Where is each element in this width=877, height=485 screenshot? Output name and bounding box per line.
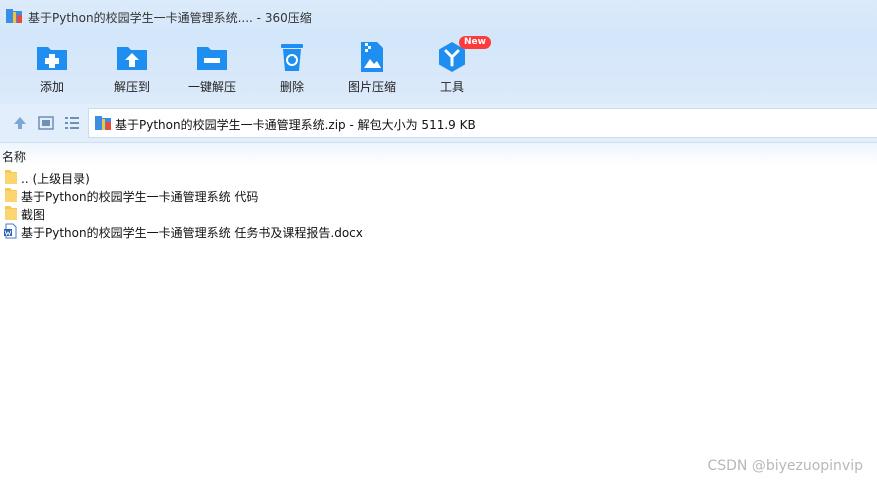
add-label: 添加 — [39, 80, 64, 94]
add-button[interactable]: 添加 — [14, 40, 90, 95]
list-item-parent-directory[interactable]: .. (上级目录) — [0, 168, 877, 186]
file-list: .. (上级目录) 基于Python的校园学生一卡通管理系统 代码 截图 基于P… — [0, 168, 877, 240]
archive-app-icon — [6, 9, 22, 23]
path-field[interactable]: 基于Python的校园学生一卡通管理系统.zip - 解包大小为 511.9 K… — [88, 108, 877, 138]
one-click-extract-label: 一键解压 — [187, 80, 236, 94]
list-item-screenshots-folder[interactable]: 截图 — [0, 204, 877, 222]
delete-label: 删除 — [279, 80, 304, 94]
image-compress-icon — [361, 42, 383, 72]
extract-to-label: 解压到 — [113, 80, 150, 94]
watermark: CSDN @biyezuopinvip — [707, 458, 863, 474]
new-badge: New — [459, 36, 491, 49]
folder-icon — [5, 206, 17, 220]
name-column-header[interactable]: 名称 — [2, 148, 26, 165]
toolbar: 添加 解压到 一键解压 删除 图片压缩 New 工具 — [0, 34, 877, 104]
tools-button[interactable]: New 工具 — [414, 36, 491, 95]
word-document-icon — [4, 223, 17, 239]
up-level-icon[interactable] — [11, 114, 29, 132]
address-bar: 基于Python的校园学生一卡通管理系统.zip - 解包大小为 511.9 K… — [0, 104, 877, 143]
list-item-report-docx[interactable]: 基于Python的校园学生一卡通管理系统 任务书及课程报告.docx — [0, 222, 877, 240]
one-click-extract-icon — [197, 47, 227, 70]
one-click-extract-button[interactable]: 一键解压 — [174, 40, 250, 95]
thumbnail-view-icon[interactable] — [37, 114, 55, 132]
delete-button[interactable]: 删除 — [254, 40, 330, 95]
archive-path: 基于Python的校园学生一卡通管理系统.zip - 解包大小为 511.9 K… — [115, 118, 476, 132]
file-name: 截图 — [21, 208, 46, 222]
file-name: .. (上级目录) — [21, 172, 90, 186]
list-view-icon[interactable] — [63, 114, 81, 132]
folder-icon — [5, 188, 17, 202]
archive-file-icon — [95, 116, 111, 130]
tools-label: 工具 — [439, 80, 464, 94]
extract-to-icon — [117, 47, 147, 70]
folder-icon — [5, 170, 17, 184]
recycle-bin-icon — [281, 44, 303, 71]
file-name: 基于Python的校园学生一卡通管理系统 代码 — [21, 190, 259, 204]
add-folder-icon — [37, 47, 67, 70]
image-compress-button[interactable]: 图片压缩 — [334, 40, 410, 95]
extract-to-button[interactable]: 解压到 — [94, 40, 170, 95]
column-header: 名称 — [0, 143, 877, 165]
list-item-code-folder[interactable]: 基于Python的校园学生一卡通管理系统 代码 — [0, 186, 877, 204]
image-compress-label: 图片压缩 — [347, 80, 396, 94]
title-bar: 基于Python的校园学生一卡通管理系统.... - 360压缩 — [0, 0, 877, 34]
window-title: 基于Python的校园学生一卡通管理系统.... - 360压缩 — [28, 11, 312, 25]
file-name: 基于Python的校园学生一卡通管理系统 任务书及课程报告.docx — [21, 226, 363, 240]
